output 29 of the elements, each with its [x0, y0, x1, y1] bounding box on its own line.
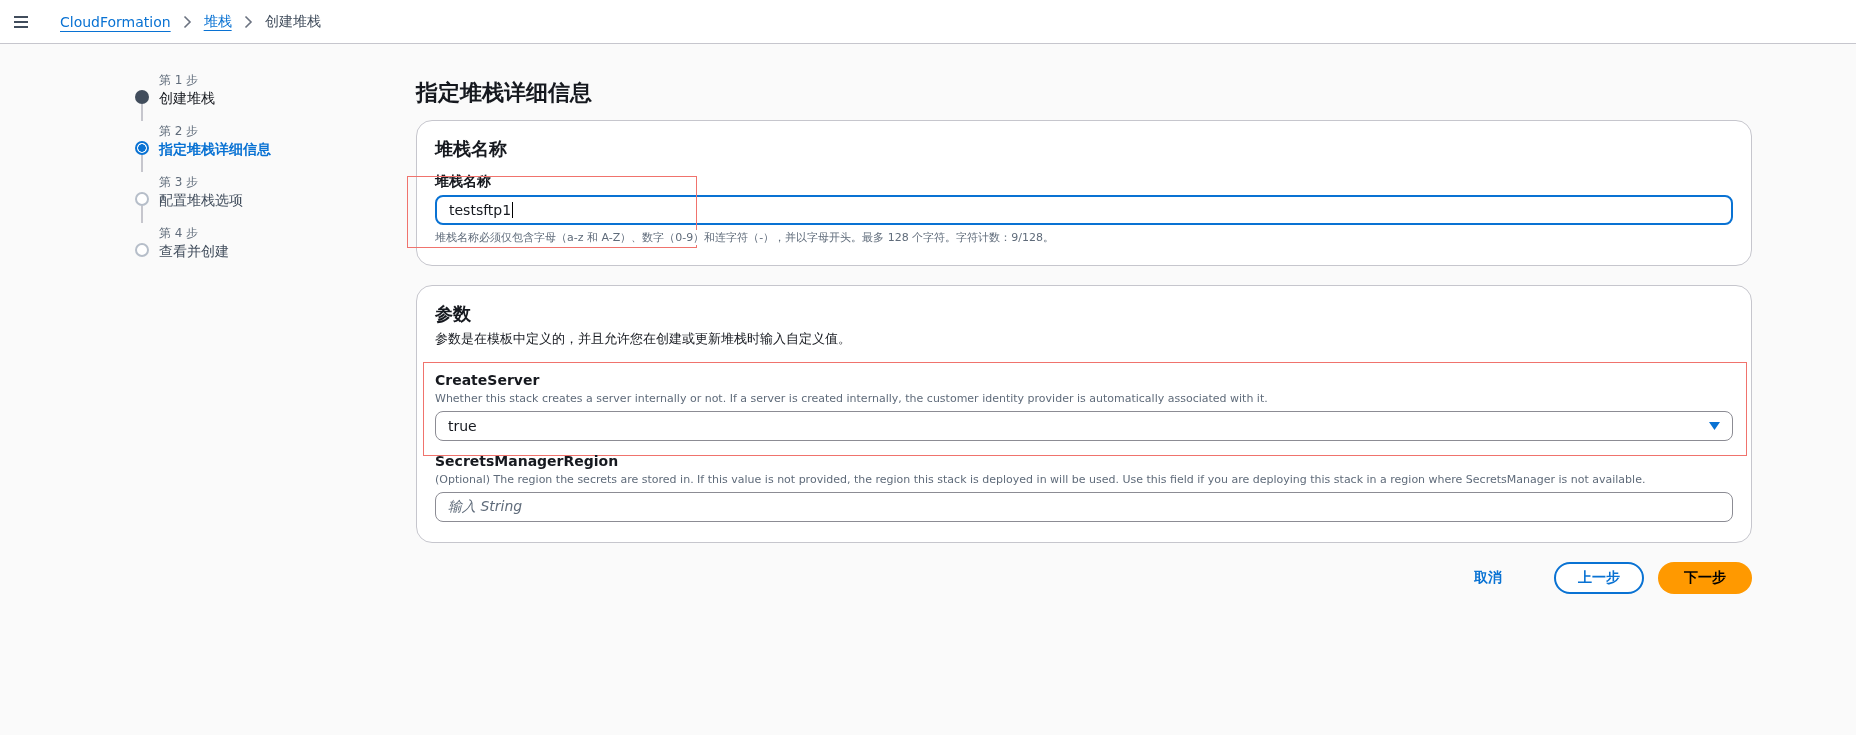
step-number: 第 4 步	[159, 225, 200, 242]
input-field[interactable]: testsftp1	[435, 195, 1733, 225]
field-description: (Optional) The region the secrets are stored in. If this value is not provided, the region this stack is deployed in will be used. Use this field if you are deploying this stack in a region where SecretsManager is not available.	[435, 473, 1647, 486]
step-link[interactable]: 配置堆栈选项	[159, 192, 243, 209]
step-number: 第 2 步	[159, 123, 200, 140]
menu-icon[interactable]	[14, 15, 28, 28]
step-link[interactable]: 创建堆栈	[159, 90, 215, 107]
breadcrumb-link[interactable]: 堆栈	[203, 12, 232, 31]
previous-button[interactable]: 上一步	[1554, 562, 1644, 594]
chevron-icon	[182, 14, 192, 29]
step-number: 第 3 步	[159, 174, 200, 191]
page-title: 指定堆栈详细信息	[416, 79, 593, 107]
step-link[interactable]: 查看并创建	[159, 243, 229, 260]
input-field[interactable]: 输入 String	[435, 492, 1733, 522]
field-label: CreateServer	[435, 372, 541, 388]
card-description: 参数是在模板中定义的，并且允许您在创建或更新堆栈时输入自定义值。	[435, 330, 852, 348]
select-field[interactable]: true	[435, 411, 1733, 441]
breadcrumb-current: 创建堆栈	[264, 12, 321, 31]
caret-icon	[1709, 422, 1720, 430]
field-description: Whether this stack creates a server internally or not. If a server is created internally, the customer identity provider is automatically associated with it.	[435, 392, 1269, 405]
breadcrumb-link[interactable]: CloudFormation	[60, 13, 171, 30]
card-heading: 堆栈名称	[435, 137, 508, 161]
field-label: SecretsManagerRegion	[435, 453, 620, 469]
step-number: 第 1 步	[159, 72, 200, 89]
cancel-button[interactable]: 取消	[1452, 562, 1524, 594]
card-heading: 参数	[435, 302, 472, 326]
step-link[interactable]: 指定堆栈详细信息	[159, 141, 271, 158]
next-button[interactable]: 下一步	[1658, 562, 1752, 594]
chevron-icon	[243, 14, 253, 29]
